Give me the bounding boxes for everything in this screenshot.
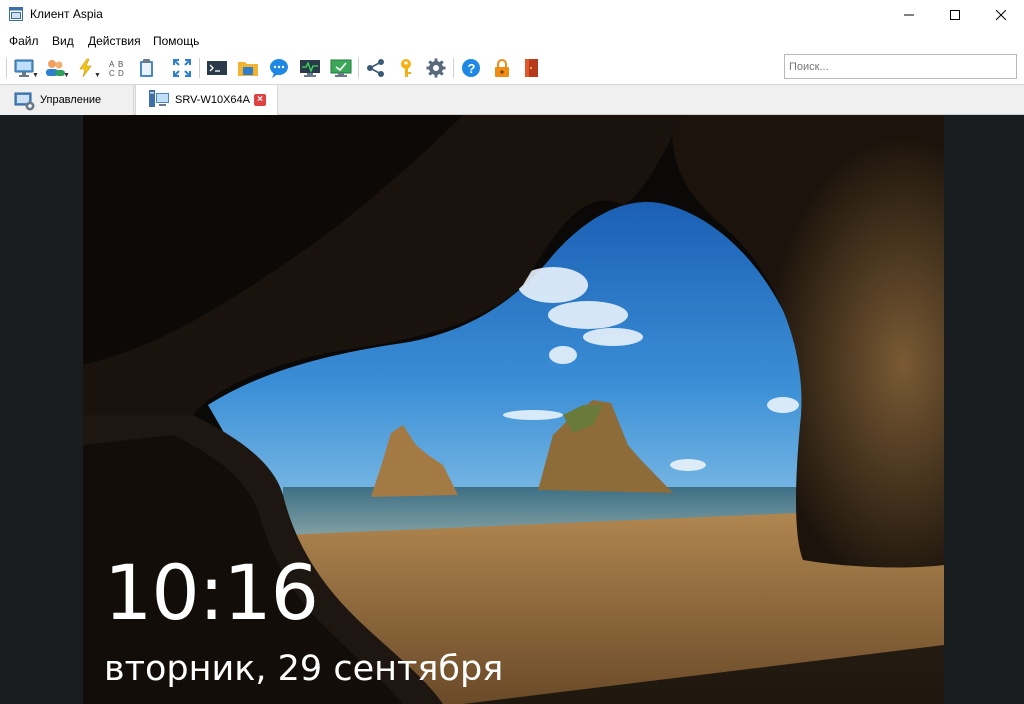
terminal-button[interactable] — [205, 56, 229, 80]
maximize-button[interactable] — [932, 0, 978, 30]
title-bar: Клиент Aspia — [0, 0, 1024, 30]
maximize-icon — [950, 10, 960, 20]
help-button[interactable]: ? — [459, 56, 483, 80]
dropdown-arrow-icon[interactable]: ▼ — [32, 72, 39, 79]
tab-close-icon[interactable]: × — [254, 94, 266, 106]
help-icon: ? — [462, 59, 480, 77]
clipboard-icon — [140, 59, 153, 77]
computer-manager-icon — [14, 92, 35, 111]
settings-icon — [426, 58, 446, 78]
tab-management[interactable]: Управление — [0, 85, 134, 115]
settings-button[interactable] — [424, 56, 448, 80]
system-info-button[interactable] — [298, 56, 322, 80]
svg-text:D: D — [118, 69, 124, 78]
tab-bar: Управление SRV-W10X64A × — [0, 85, 1024, 116]
toolbar-separator — [358, 58, 359, 78]
share-icon — [367, 59, 384, 77]
monitor-check-icon — [330, 59, 352, 77]
menu-actions[interactable]: Действия — [88, 34, 141, 48]
menu-help[interactable]: Помощь — [153, 34, 199, 48]
toolbar-separator — [453, 58, 454, 78]
svg-text:B: B — [118, 60, 123, 69]
dropdown-arrow-icon[interactable]: ▼ — [94, 72, 101, 79]
minimize-button[interactable] — [886, 0, 932, 30]
exit-button[interactable] — [520, 56, 544, 80]
menu-bar: Файл Вид Действия Помощь — [0, 30, 1024, 52]
close-icon — [996, 10, 1006, 20]
svg-text:C: C — [109, 69, 115, 78]
terminal-icon — [207, 61, 227, 75]
remote-computer-icon — [149, 90, 169, 107]
lock-button[interactable] — [490, 56, 514, 80]
toolbar-separator — [199, 58, 200, 78]
tab-label: Управление — [40, 94, 102, 106]
folder-icon — [238, 62, 258, 76]
fullscreen-button[interactable] — [170, 56, 194, 80]
search-input[interactable] — [784, 54, 1017, 79]
close-button[interactable] — [978, 0, 1024, 30]
minimize-icon — [904, 14, 914, 16]
key-button[interactable] — [394, 56, 418, 80]
dropdown-arrow-icon[interactable]: ▼ — [63, 72, 70, 79]
lock-screen-time: 10:16 — [104, 548, 319, 637]
svg-text:?: ? — [468, 61, 476, 76]
chat-button[interactable] — [267, 56, 291, 80]
menu-view[interactable]: Вид — [52, 34, 74, 48]
key-icon — [401, 59, 411, 77]
fullscreen-icon — [173, 59, 191, 77]
clipboard-button[interactable] — [134, 56, 158, 80]
text-chat-icon: A B C D — [109, 60, 124, 78]
remote-session-area: 10:16 вторник, 29 сентября — [0, 115, 1024, 704]
app-icon — [9, 7, 23, 21]
toolbar-separator — [6, 58, 7, 78]
lock-icon — [495, 59, 509, 77]
chat-bubble-icon — [270, 59, 288, 78]
tab-srv-w10x64a[interactable]: SRV-W10X64A × — [135, 85, 278, 116]
text-chat-button[interactable]: A B C D — [105, 56, 129, 80]
window-title: Клиент Aspia — [30, 7, 103, 21]
file-transfer-button[interactable] — [236, 56, 260, 80]
monitor-activity-icon — [300, 60, 320, 77]
menu-file[interactable]: Файл — [9, 34, 39, 48]
remote-desktop-view[interactable]: 10:16 вторник, 29 сентября — [83, 115, 944, 704]
router-button[interactable] — [364, 56, 388, 80]
view-desktop-button[interactable] — [329, 56, 353, 80]
lock-screen-date: вторник, 29 сентября — [104, 649, 504, 689]
exit-icon — [525, 59, 538, 77]
svg-text:A: A — [109, 60, 115, 69]
tab-label: SRV-W10X64A — [175, 94, 251, 106]
